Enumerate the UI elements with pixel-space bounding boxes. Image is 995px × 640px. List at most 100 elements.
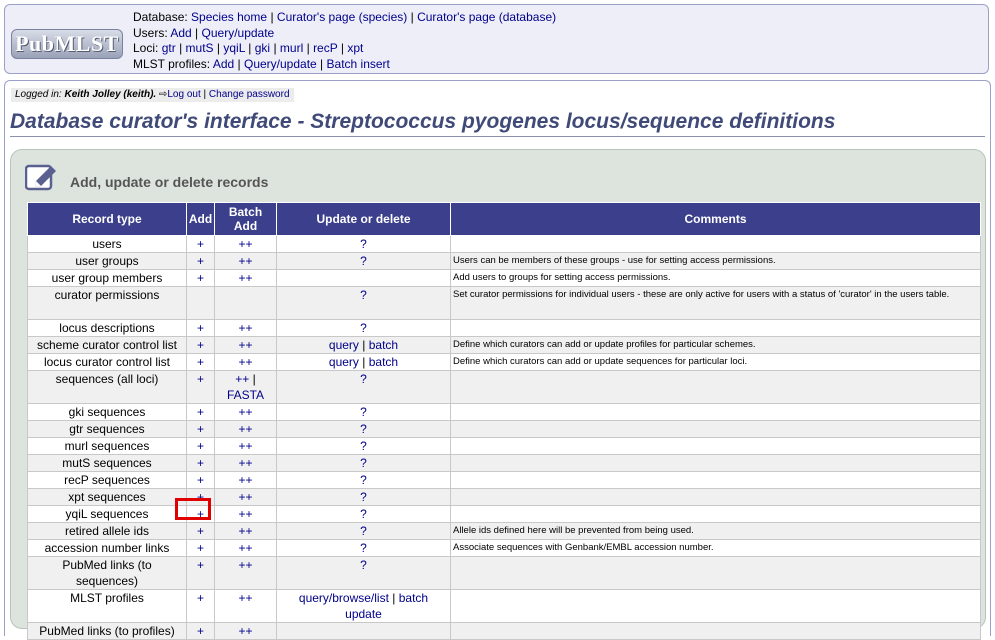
batch-add-cell[interactable]: ++: [214, 336, 277, 354]
add-cell[interactable]: +: [186, 269, 215, 287]
muts-sequences-update-query[interactable]: ?: [360, 456, 367, 470]
pubmed-links-to-sequences-batch-batch[interactable]: ++: [238, 558, 252, 572]
batch-add-cell[interactable]: ++: [214, 437, 277, 455]
locus-link-muts[interactable]: mutS: [186, 41, 214, 55]
batch-add-cell[interactable]: ++: [214, 505, 277, 523]
gtr-sequences-update-query[interactable]: ?: [360, 422, 367, 436]
yqil-sequences-update-query[interactable]: ?: [360, 507, 367, 521]
update-delete-cell[interactable]: ?: [276, 556, 451, 590]
locus-link-yqil[interactable]: yqiL: [223, 41, 245, 55]
add-cell[interactable]: +: [186, 471, 215, 489]
batch-add-cell[interactable]: ++: [214, 471, 277, 489]
add-cell[interactable]: +: [186, 622, 215, 640]
update-delete-cell[interactable]: ?: [276, 252, 451, 270]
update-delete-cell[interactable]: ?: [276, 488, 451, 506]
add-cell[interactable]: +: [186, 437, 215, 455]
gki-sequences-add-add[interactable]: +: [197, 405, 204, 419]
add-cell[interactable]: +: [186, 252, 215, 270]
locus-curator-control-list-batch-batch[interactable]: ++: [238, 355, 252, 369]
batch-add-cell[interactable]: ++: [214, 539, 277, 557]
batch-add-cell[interactable]: ++: [214, 353, 277, 371]
mlst-batch-insert-link[interactable]: Batch insert: [327, 57, 390, 71]
users-update-query[interactable]: ?: [360, 237, 367, 251]
curators-page-database-link[interactable]: Curator's page (database): [417, 10, 556, 24]
accession-number-links-batch-batch[interactable]: ++: [238, 541, 252, 555]
curator-permissions-update-query[interactable]: ?: [360, 288, 367, 302]
update-delete-cell[interactable]: ?: [276, 286, 451, 320]
update-delete-cell[interactable]: query | batch: [276, 336, 451, 354]
update-delete-cell[interactable]: ?: [276, 437, 451, 455]
add-cell[interactable]: +: [186, 454, 215, 472]
species-home-link[interactable]: Species home: [191, 10, 267, 24]
batch-add-cell[interactable]: ++: [214, 454, 277, 472]
yqil-sequences-batch-batch[interactable]: ++: [238, 507, 252, 521]
locus-curator-control-list-update-query[interactable]: query: [329, 355, 359, 369]
user-groups-batch-batch[interactable]: ++: [238, 254, 252, 268]
retired-allele-ids-batch-batch[interactable]: ++: [238, 524, 252, 538]
update-delete-cell[interactable]: ?: [276, 454, 451, 472]
locus-link-xpt[interactable]: xpt: [347, 41, 363, 55]
locus-link-gki[interactable]: gki: [255, 41, 270, 55]
update-delete-cell[interactable]: ?: [276, 420, 451, 438]
recp-sequences-add-add[interactable]: +: [197, 473, 204, 487]
user-groups-update-query[interactable]: ?: [360, 254, 367, 268]
scheme-curator-control-list-batch-batch[interactable]: ++: [238, 338, 252, 352]
user-group-members-batch-batch[interactable]: ++: [238, 271, 252, 285]
update-delete-cell[interactable]: ?: [276, 522, 451, 540]
pubmlst-logo[interactable]: PubMLST: [11, 29, 123, 59]
add-cell[interactable]: +: [186, 522, 215, 540]
scheme-curator-control-list-add-add[interactable]: +: [197, 338, 204, 352]
add-cell[interactable]: +: [186, 539, 215, 557]
muts-sequences-batch-batch[interactable]: ++: [238, 456, 252, 470]
batch-add-cell[interactable]: ++: [214, 235, 277, 253]
update-delete-cell[interactable]: ?: [276, 235, 451, 253]
pubmed-links-to-sequences-update-query[interactable]: ?: [360, 558, 367, 572]
add-cell[interactable]: +: [186, 319, 215, 337]
batch-add-cell[interactable]: ++: [214, 556, 277, 590]
users-add-add[interactable]: +: [197, 237, 204, 251]
pubmed-links-to-sequences-add-add[interactable]: +: [197, 558, 204, 572]
murl-sequences-add-add[interactable]: +: [197, 439, 204, 453]
locus-link-gtr[interactable]: gtr: [162, 41, 176, 55]
update-delete-cell[interactable]: query/browse/list | batch update: [276, 589, 451, 623]
update-delete-cell[interactable]: ?: [276, 319, 451, 337]
change-password-link[interactable]: Change password: [209, 89, 290, 100]
gtr-sequences-add-add[interactable]: +: [197, 422, 204, 436]
accession-number-links-update-query[interactable]: ?: [360, 541, 367, 555]
add-cell[interactable]: +: [186, 420, 215, 438]
batch-add-cell[interactable]: ++: [214, 252, 277, 270]
add-cell[interactable]: +: [186, 370, 215, 404]
users-batch-batch[interactable]: ++: [238, 237, 252, 251]
batch-add-cell[interactable]: ++: [214, 269, 277, 287]
recp-sequences-batch-batch[interactable]: ++: [238, 473, 252, 487]
mlst-profiles-batch-batch[interactable]: ++: [238, 591, 252, 605]
locus-link-murl[interactable]: murl: [280, 41, 303, 55]
user-group-members-add-add[interactable]: +: [197, 271, 204, 285]
add-cell[interactable]: +: [186, 353, 215, 371]
xpt-sequences-batch-batch[interactable]: ++: [238, 490, 252, 504]
sequences-all-loci-add-add[interactable]: +: [197, 372, 204, 386]
locus-descriptions-add-add[interactable]: +: [197, 321, 204, 335]
recp-sequences-update-query[interactable]: ?: [360, 473, 367, 487]
locus-descriptions-batch-batch[interactable]: ++: [238, 321, 252, 335]
batch-add-cell[interactable]: ++: [214, 488, 277, 506]
batch-add-cell[interactable]: ++: [214, 589, 277, 623]
users-add-link[interactable]: Add: [170, 26, 191, 40]
update-delete-cell[interactable]: ?: [276, 471, 451, 489]
curators-page-species-link[interactable]: Curator's page (species): [277, 10, 407, 24]
update-delete-cell[interactable]: query | batch: [276, 353, 451, 371]
murl-sequences-update-query[interactable]: ?: [360, 439, 367, 453]
scheme-curator-control-list-update-query[interactable]: query: [329, 338, 359, 352]
add-cell[interactable]: +: [186, 336, 215, 354]
user-groups-add-add[interactable]: +: [197, 254, 204, 268]
batch-add-cell[interactable]: ++: [214, 420, 277, 438]
batch-add-cell[interactable]: ++ | FASTA: [214, 370, 277, 404]
murl-sequences-batch-batch[interactable]: ++: [238, 439, 252, 453]
locus-curator-control-list-update-batch[interactable]: batch: [369, 355, 398, 369]
accession-number-links-add-add[interactable]: +: [197, 541, 204, 555]
mlst-add-link[interactable]: Add: [213, 57, 234, 71]
batch-add-cell[interactable]: ++: [214, 403, 277, 421]
locus-descriptions-update-query[interactable]: ?: [360, 321, 367, 335]
gki-sequences-batch-batch[interactable]: ++: [238, 405, 252, 419]
locus-link-recp[interactable]: recP: [313, 41, 337, 55]
